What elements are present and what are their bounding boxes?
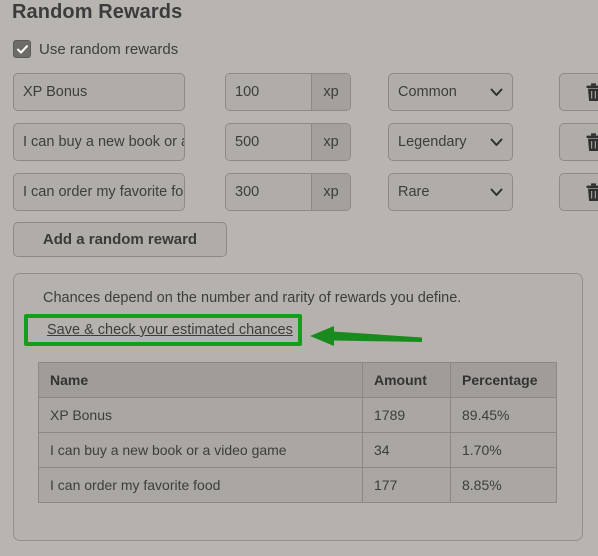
delete-reward-button[interactable] — [559, 73, 598, 111]
column-header-name: Name — [38, 362, 363, 398]
cell-amount: 1789 — [362, 397, 451, 433]
reward-amount-unit: xp — [311, 124, 350, 160]
reward-amount-group: 500 xp — [225, 123, 351, 161]
chances-note: Chances depend on the number and rarity … — [43, 290, 462, 306]
check-icon — [16, 44, 28, 54]
column-header-percentage: Percentage — [450, 362, 557, 398]
reward-rarity-value: Rare — [398, 184, 430, 200]
reward-amount-unit: xp — [311, 174, 350, 210]
reward-rarity-select[interactable]: Common — [388, 73, 513, 111]
reward-amount-value: 100 — [235, 84, 260, 100]
trash-icon — [586, 132, 598, 151]
reward-amount-input[interactable]: 100 — [226, 74, 311, 110]
cell-name: I can order my favorite food — [38, 467, 363, 503]
trash-icon — [586, 182, 598, 201]
reward-name-input[interactable]: XP Bonus — [13, 73, 185, 111]
reward-amount-input[interactable]: 300 — [226, 174, 311, 210]
chances-panel: Chances depend on the number and rarity … — [13, 273, 583, 541]
cell-name: I can buy a new book or a video game — [38, 432, 363, 468]
reward-row: XP Bonus 100 xp Common — [13, 72, 598, 112]
table-row: I can order my favorite food 177 8.85% — [38, 467, 557, 503]
random-rewards-page: Random Rewards Use random rewards XP Bon… — [0, 0, 598, 556]
use-random-rewards-row[interactable]: Use random rewards — [13, 40, 178, 58]
reward-name-input[interactable]: I can order my favorite food — [13, 173, 185, 211]
cell-percentage: 89.45% — [450, 397, 557, 433]
save-and-check-chances-link[interactable]: Save & check your estimated chances — [47, 322, 293, 338]
reward-name-value: XP Bonus — [23, 84, 88, 100]
delete-reward-button[interactable] — [559, 123, 598, 161]
reward-name-input[interactable]: I can buy a new book or a video game — [13, 123, 185, 161]
use-random-rewards-checkbox[interactable] — [13, 40, 31, 58]
trash-icon — [586, 82, 598, 101]
delete-reward-button[interactable] — [559, 173, 598, 211]
reward-rarity-value: Common — [398, 84, 457, 100]
reward-rarity-select[interactable]: Legendary — [388, 123, 513, 161]
reward-row: I can order my favorite food 300 xp Rare — [13, 172, 598, 212]
cell-percentage: 8.85% — [450, 467, 557, 503]
chevron-down-icon — [490, 188, 503, 196]
use-random-rewards-label: Use random rewards — [39, 40, 179, 58]
chances-table: Name Amount Percentage XP Bonus 1789 89.… — [38, 362, 557, 503]
reward-rarity-value: Legendary — [398, 134, 467, 150]
add-random-reward-button[interactable]: Add a random reward — [13, 222, 227, 257]
table-row: I can buy a new book or a video game 34 … — [38, 432, 557, 468]
cell-percentage: 1.70% — [450, 432, 557, 468]
reward-rows: XP Bonus 100 xp Common I can buy a new b… — [13, 72, 598, 222]
reward-amount-input[interactable]: 500 — [226, 124, 311, 160]
cell-amount: 177 — [362, 467, 451, 503]
chevron-down-icon — [490, 138, 503, 146]
page-title: Random Rewards — [12, 1, 183, 23]
reward-amount-group: 300 xp — [225, 173, 351, 211]
reward-amount-value: 300 — [235, 184, 260, 200]
column-header-amount: Amount — [362, 362, 451, 398]
reward-amount-value: 500 — [235, 134, 260, 150]
reward-rarity-select[interactable]: Rare — [388, 173, 513, 211]
reward-amount-group: 100 xp — [225, 73, 351, 111]
reward-name-value: I can buy a new book or a video game — [23, 134, 184, 150]
cell-name: XP Bonus — [38, 397, 363, 433]
table-header-row: Name Amount Percentage — [38, 362, 557, 398]
reward-amount-unit: xp — [311, 74, 350, 110]
reward-row: I can buy a new book or a video game 500… — [13, 122, 598, 162]
chevron-down-icon — [490, 88, 503, 96]
table-row: XP Bonus 1789 89.45% — [38, 397, 557, 433]
cell-amount: 34 — [362, 432, 451, 468]
reward-name-value: I can order my favorite food — [23, 184, 185, 200]
